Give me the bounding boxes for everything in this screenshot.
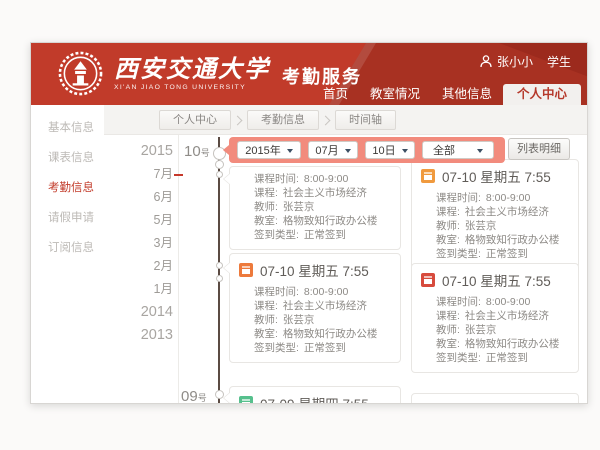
breadcrumb-timeline[interactable]: 时间轴 bbox=[335, 110, 396, 130]
nav-item-other-info[interactable]: 其他信息 bbox=[431, 84, 503, 105]
day-dropdown-value: 10日 bbox=[372, 142, 395, 158]
card-date: 07-10 星期五 7:55 bbox=[442, 166, 551, 186]
list-detail-button[interactable]: 列表明细 bbox=[508, 138, 570, 160]
nav-item-home[interactable]: 首页 bbox=[312, 84, 359, 105]
breadcrumb-band: 个人中心 考勤信息 时间轴 bbox=[104, 105, 588, 135]
chevron-right-icon bbox=[321, 115, 331, 125]
card-field-teacher: 教师:张芸京 bbox=[254, 313, 390, 327]
calendar-icon bbox=[239, 263, 253, 277]
nav-item-personal-center[interactable]: 个人中心 bbox=[503, 84, 581, 105]
app-window: 西安交通大学 XI'AN JIAO TONG UNIVERSITY 考勤服务 张… bbox=[30, 42, 588, 404]
timeline-nav-month-july[interactable]: 7月 bbox=[87, 163, 173, 186]
caret-down-icon bbox=[287, 149, 293, 156]
university-name-en: XI'AN JIAO TONG UNIVERSITY bbox=[114, 84, 270, 91]
attendance-card: 07-09 星期四 7:55 bbox=[229, 386, 401, 404]
card-field-teacher: 教师:张芸京 bbox=[254, 200, 390, 214]
card-field-sign-type: 签到类型:正常签到 bbox=[436, 247, 568, 261]
nav-item-classrooms[interactable]: 教室情况 bbox=[359, 84, 431, 105]
card-header: 07-10 星期五 7:55 bbox=[230, 254, 400, 282]
year-dropdown-value: 2015年 bbox=[245, 142, 280, 158]
caret-down-icon bbox=[477, 149, 483, 156]
card-body: 课程时间:8:00-9:00 课程:社会主义市场经济 教师:张芸京 教室:格物致… bbox=[412, 292, 578, 372]
timeline-nav-year-2014[interactable]: 2014 bbox=[87, 301, 173, 324]
university-seal-icon bbox=[57, 50, 104, 97]
calendar-icon bbox=[421, 273, 435, 287]
sidebar-item-basic-info[interactable]: 基本信息 bbox=[31, 113, 104, 141]
user-info[interactable]: 张小小 学生 bbox=[480, 53, 571, 70]
card-field-sign-type: 签到类型:正常签到 bbox=[254, 341, 390, 355]
card-field-course: 课程:社会主义市场经济 bbox=[436, 309, 568, 323]
calendar-icon bbox=[239, 396, 253, 404]
card-field-time: 课程时间:8:00-9:00 bbox=[436, 295, 568, 309]
attendance-card: 课程时间:8:00-9:00 课程:社会主义市场经济 教师:张芸京 教室:格物致… bbox=[229, 166, 401, 250]
card-field-time: 课程时间:8:00-9:00 bbox=[254, 172, 390, 186]
page: 西安交通大学 XI'AN JIAO TONG UNIVERSITY 考勤服务 张… bbox=[0, 0, 600, 450]
breadcrumb: 个人中心 考勤信息 时间轴 bbox=[159, 110, 396, 130]
calendar-icon bbox=[421, 169, 435, 183]
attendance-card: 07-10 星期五 7:55 课程时间:8:00-9:00 课程:社会主义市场经… bbox=[229, 253, 401, 363]
timeline-node bbox=[216, 262, 223, 269]
card-field-room: 教室:格物致知行政办公楼 bbox=[436, 337, 568, 351]
timeline-nav-month-may[interactable]: 5月 bbox=[87, 209, 173, 232]
timeline-nav-month-february[interactable]: 2月 bbox=[87, 255, 173, 278]
year-dropdown[interactable]: 2015年 bbox=[237, 141, 301, 159]
card-field-room: 教室:格物致知行政办公楼 bbox=[254, 327, 390, 341]
card-header: 07-09 星期四 7:55 bbox=[230, 387, 400, 404]
type-dropdown-value: 全部 bbox=[433, 142, 455, 158]
type-dropdown[interactable]: 全部 bbox=[422, 141, 494, 159]
breadcrumb-personal-center[interactable]: 个人中心 bbox=[159, 110, 231, 130]
filter-bar: 2015年 07月 10日 全部 bbox=[229, 137, 505, 163]
card-date: 07-10 星期五 7:55 bbox=[442, 270, 551, 290]
main-nav: 首页 教室情况 其他信息 个人中心 bbox=[312, 84, 581, 105]
day-label-09: 09号 bbox=[181, 388, 207, 404]
timeline-node bbox=[215, 160, 224, 169]
breadcrumb-attendance-info[interactable]: 考勤信息 bbox=[247, 110, 319, 130]
card-field-sign-type: 签到类型:正常签到 bbox=[436, 351, 568, 365]
attendance-card: 07-10 星期五 7:55 课程时间:8:00-9:00 课程:社会主义市场经… bbox=[411, 159, 579, 269]
timeline-nav-year-2015[interactable]: 2015 bbox=[87, 140, 173, 163]
timeline-node bbox=[216, 275, 223, 282]
card-field-course: 课程:社会主义市场经济 bbox=[254, 299, 390, 313]
caret-down-icon bbox=[345, 149, 351, 156]
card-field-time: 课程时间:8:00-9:00 bbox=[254, 285, 390, 299]
timeline-nav-month-january[interactable]: 1月 bbox=[87, 278, 173, 301]
card-header: 07-10 星期五 7:55 bbox=[412, 264, 578, 292]
card-body: 课程时间:8:00-9:00 课程:社会主义市场经济 教师:张芸京 教室:格物致… bbox=[412, 188, 578, 268]
card-field-room: 教室:格物致知行政办公楼 bbox=[254, 214, 390, 228]
month-dropdown[interactable]: 07月 bbox=[308, 141, 358, 159]
university-name-cn: 西安交通大学 bbox=[114, 56, 270, 82]
timeline-node bbox=[216, 171, 223, 178]
app-header: 西安交通大学 XI'AN JIAO TONG UNIVERSITY 考勤服务 张… bbox=[31, 43, 587, 105]
card-field-teacher: 教师:张芸京 bbox=[436, 323, 568, 337]
caret-down-icon bbox=[402, 149, 408, 156]
card-body: 课程时间:8:00-9:00 课程:社会主义市场经济 教师:张芸京 教室:格物致… bbox=[230, 282, 400, 362]
university-name: 西安交通大学 XI'AN JIAO TONG UNIVERSITY bbox=[114, 56, 270, 91]
card-date: 07-09 星期四 7:55 bbox=[260, 393, 369, 404]
card-field-course: 课程:社会主义市场经济 bbox=[436, 205, 568, 219]
timeline-nav-month-june[interactable]: 6月 bbox=[87, 186, 173, 209]
day-dropdown[interactable]: 10日 bbox=[365, 141, 415, 159]
timeline-nav-month-march[interactable]: 3月 bbox=[87, 232, 173, 255]
timeline-nav: 2015 7月 6月 5月 3月 2月 1月 2014 2013 bbox=[87, 140, 173, 347]
card-header: 07-10 星期五 7:55 bbox=[412, 160, 578, 188]
card-field-sign-type: 签到类型:正常签到 bbox=[254, 228, 390, 242]
month-dropdown-value: 07月 bbox=[315, 142, 338, 158]
day-label-10: 10号 bbox=[184, 143, 210, 160]
user-icon bbox=[480, 55, 492, 68]
attendance-card: 07-10 星期五 7:55 课程时间:8:00-9:00 课程:社会主义市场经… bbox=[411, 263, 579, 373]
card-field-teacher: 教师:张芸京 bbox=[436, 219, 568, 233]
user-role: 学生 bbox=[547, 53, 571, 70]
card-field-course: 课程:社会主义市场经济 bbox=[254, 186, 390, 200]
timeline-nav-year-2013[interactable]: 2013 bbox=[87, 324, 173, 347]
card-field-time: 课程时间:8:00-9:00 bbox=[436, 191, 568, 205]
user-name: 张小小 bbox=[497, 53, 533, 70]
attendance-card bbox=[411, 393, 579, 404]
card-date: 07-10 星期五 7:55 bbox=[260, 260, 369, 280]
card-field-room: 教室:格物致知行政办公楼 bbox=[436, 233, 568, 247]
chevron-right-icon bbox=[233, 115, 243, 125]
card-body: 课程时间:8:00-9:00 课程:社会主义市场经济 教师:张芸京 教室:格物致… bbox=[230, 167, 400, 249]
